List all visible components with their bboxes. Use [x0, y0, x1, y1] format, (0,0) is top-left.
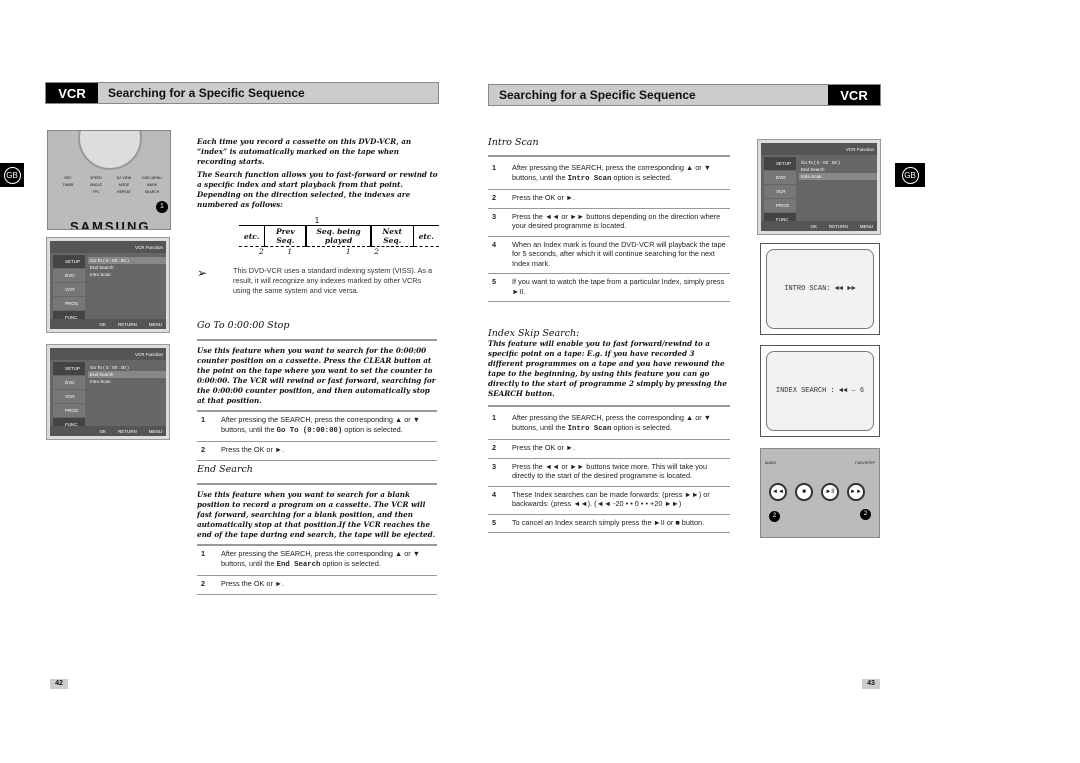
page-title: Searching for a Specific Sequence	[108, 86, 305, 100]
goto-section: Go To 0:00:00 Stop Use this feature when…	[197, 320, 437, 461]
play-pause-icon: ►II	[821, 483, 839, 501]
step: 1 After pressing the SEARCH, press the co…	[197, 412, 437, 442]
callout-badge: 2	[860, 509, 871, 520]
left-text-column: Each time you record a cassette on this …	[197, 137, 439, 295]
section-tag: VCR	[46, 83, 98, 103]
end-search-section: End Search Use this feature when you wan…	[197, 464, 437, 595]
remote-illustration: AUDIO F.ADV/STEP ◄◄ ■ ►II ►► 2 2	[760, 448, 880, 538]
remote-illustration: REC SPEED EZ VIEW DISC MENU TIMER ANGLE MODE M…	[47, 130, 171, 230]
brand-logo: SAMSUNG	[70, 219, 151, 230]
gb-badge: GB	[0, 163, 24, 187]
transport-buttons: ◄◄ ■ ►II ►►	[769, 483, 865, 501]
index-arrow: 1	[314, 216, 320, 225]
step: 1 After pressing the SEARCH, press the co…	[197, 546, 437, 576]
stop-icon: ■	[795, 483, 813, 501]
left-page-header: VCR Searching for a Specific Sequence	[45, 82, 439, 104]
rewind-icon: ◄◄	[769, 483, 787, 501]
menu-screenshot: VCR Function SETUP DVD VCR PROG FUNC Go To (…	[46, 344, 170, 440]
step: 2 Press the OK or ►.	[197, 442, 437, 461]
callout-badge: 2	[769, 511, 780, 522]
section-tag: VCR	[828, 85, 880, 105]
menu-screenshot: VCR Function SETUP DVD VCR PROG FUNC Go To (…	[46, 237, 170, 333]
step: 2 Press the OK or ►.	[197, 576, 437, 595]
right-page-header: Searching for a Specific Sequence VCR	[488, 84, 881, 106]
page-number: 43	[862, 679, 880, 689]
nav-wheel-icon	[78, 131, 142, 170]
note: ➢ This DVD-VCR uses a standard indexing …	[197, 266, 433, 295]
tv-screen-intro-scan: INTRO SCAN: ◄◄ ►►	[760, 243, 880, 335]
page-number: 42	[50, 679, 68, 689]
fast-forward-icon: ►►	[847, 483, 865, 501]
intro-scan-section: Intro Scan 1 After pressing the SEARCH, p…	[488, 137, 730, 302]
callout-badge: 1	[156, 201, 168, 213]
note-arrow-icon: ➢	[197, 266, 208, 280]
gb-badge: GB	[895, 163, 925, 187]
tv-screen-index-search: INDEX SEARCH : ◄◄ – 6	[760, 345, 880, 437]
index-diagram: etc. Prev Seq. Seq. being played Next Se…	[239, 225, 439, 247]
page-title: Searching for a Specific Sequence	[499, 88, 696, 102]
index-skip-section: Index Skip Search: This feature will ena…	[488, 328, 730, 533]
menu-screenshot: VCR Function SETUP DVD VCR PROG FUNC Go To (…	[757, 139, 881, 235]
